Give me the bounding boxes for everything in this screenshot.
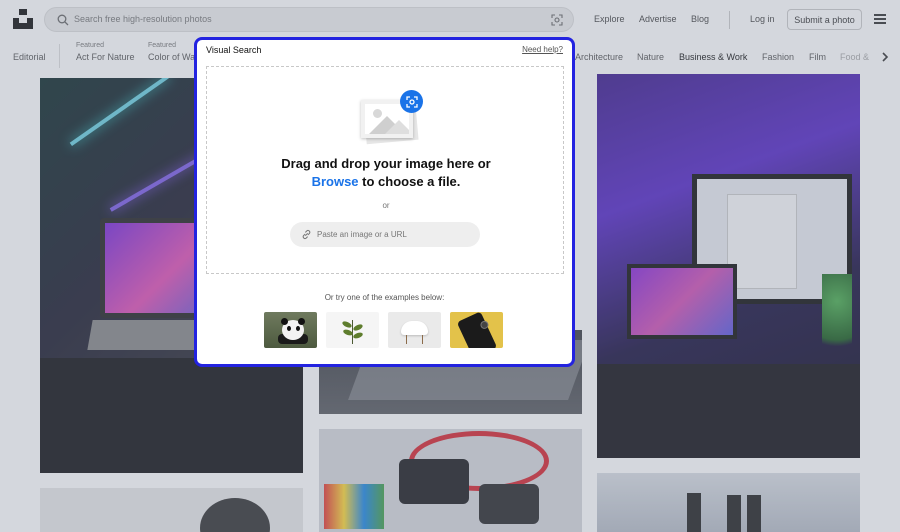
plant-leaf [341,320,353,329]
plant-leaf [352,323,364,332]
panda-ear [298,318,305,325]
scan-icon [405,95,418,108]
examples-label: Or try one of the examples below: [324,293,445,302]
panda-ear [281,318,288,325]
url-input-wrapper[interactable] [290,222,480,247]
phone-shape [456,312,498,348]
browse-link[interactable]: Browse [312,174,359,189]
visual-search-badge-icon [400,90,423,113]
visual-search-modal: Visual Search Need help? Drag and drop y… [194,37,575,367]
camera-lens [479,319,490,331]
example-images [264,312,514,350]
plant-leaf [352,331,364,340]
drop-instructions: Drag and drop your image here or Browse … [207,155,565,191]
example-chair[interactable] [388,312,441,348]
chair-seat [401,321,428,335]
chair-legs [406,335,423,344]
link-icon [302,229,311,240]
drop-line-1: Drag and drop your image here or [281,156,491,171]
modal-title: Visual Search [206,45,262,55]
or-separator: or [382,201,390,210]
example-phone[interactable] [450,312,503,348]
panda-eye [296,326,300,331]
image-placeholder-icon [357,90,427,145]
mountain-shape [383,120,409,134]
need-help-link[interactable]: Need help? [522,45,563,54]
example-plant[interactable] [326,312,379,348]
drop-line-2-rest: to choose a file. [358,174,461,189]
panda-eye [287,326,291,331]
image-dropzone[interactable]: Drag and drop your image here or Browse … [206,66,564,274]
example-panda[interactable] [264,312,317,348]
image-url-input[interactable] [317,222,475,247]
drop-line-2: Browse to choose a file. [207,173,565,191]
